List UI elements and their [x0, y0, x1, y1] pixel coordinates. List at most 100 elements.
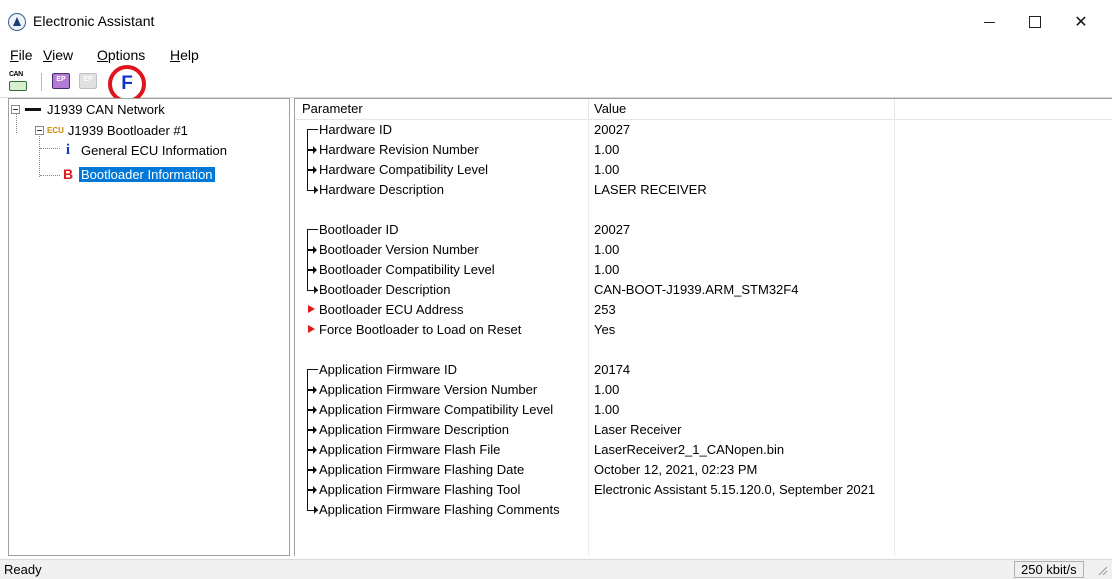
tree-node-ecu[interactable]: ECU J1939 Bootloader #1 — [35, 121, 188, 139]
editable-parameter-arrow-icon — [308, 305, 315, 313]
table-row[interactable]: Application Firmware Description Laser Re… — [295, 420, 1112, 440]
parameter-name: Bootloader ID — [319, 222, 399, 237]
can-network-icon — [9, 81, 27, 91]
table-row[interactable]: Application Firmware ID 20174 — [295, 360, 1112, 381]
table-row[interactable] — [295, 340, 1112, 360]
parameter-value: LaserReceiver2_1_CANopen.bin — [594, 442, 785, 457]
parameter-value: 1.00 — [594, 402, 620, 417]
table-row[interactable]: Hardware Revision Number 1.00 — [295, 140, 1112, 160]
parameter-name: Hardware Description — [319, 182, 444, 197]
group-bracket-icon — [307, 180, 318, 194]
table-row[interactable]: Application Firmware Version Number 1.00 — [295, 380, 1112, 400]
parameter-value: 20174 — [594, 362, 631, 377]
window-title: Electronic Assistant — [33, 13, 155, 29]
eeprom-icon: EP — [52, 73, 70, 89]
maximize-icon — [1029, 16, 1041, 28]
column-header-parameter[interactable]: Parameter — [302, 101, 363, 116]
parameter-name: Bootloader Version Number — [319, 242, 479, 257]
group-bracket-icon — [307, 160, 318, 180]
tree-label-network: J1939 CAN Network — [47, 101, 165, 117]
list-header: Parameter Value — [295, 99, 1112, 120]
ecu-tree: J1939 CAN Network ECU J1939 Bootloader #… — [8, 98, 290, 556]
table-row[interactable]: Application Firmware Flashing Date Octobe… — [295, 460, 1112, 480]
tree-label-general-info: General ECU Information — [81, 142, 227, 158]
parameter-name: Application Firmware Flashing Tool — [319, 482, 521, 497]
table-row[interactable]: Bootloader Description CAN-BOOT-J1939.ARM… — [295, 280, 1112, 300]
table-row[interactable]: Hardware Compatibility Level 1.00 — [295, 160, 1112, 180]
status-bar: Ready 250 kbit/s — [0, 559, 1112, 579]
flash-icon: F — [121, 73, 133, 94]
table-row[interactable] — [295, 200, 1112, 220]
resize-grip-icon[interactable] — [1096, 564, 1108, 576]
group-bracket-icon — [307, 440, 318, 460]
collapse-icon[interactable] — [35, 125, 44, 135]
parameter-name: Application Firmware Flashing Comments — [319, 502, 560, 517]
tree-node-general-info[interactable]: i General ECU Information — [63, 141, 227, 159]
table-row[interactable]: Hardware ID 20027 — [295, 120, 1112, 141]
table-row[interactable]: Bootloader ECU Address 253 — [295, 300, 1112, 320]
parameter-value: LASER RECEIVER — [594, 182, 707, 197]
parameter-value: 1.00 — [594, 142, 620, 157]
table-row[interactable]: Bootloader Version Number 1.00 — [295, 240, 1112, 260]
table-row[interactable]: Application Firmware Flashing Comments — [295, 500, 1112, 520]
close-icon: ✕ — [1074, 14, 1088, 31]
minimize-button[interactable] — [966, 6, 1012, 38]
can-icon-label: CAN — [9, 71, 23, 78]
group-bracket-icon — [307, 500, 318, 514]
parameter-name: Bootloader ECU Address — [319, 302, 464, 317]
parameter-name: Application Firmware Compatibility Level — [319, 402, 554, 417]
parameter-name: Hardware Revision Number — [319, 142, 479, 157]
parameter-name: Hardware Compatibility Level — [319, 162, 489, 177]
column-header-value[interactable]: Value — [594, 101, 626, 116]
close-button[interactable]: ✕ — [1058, 6, 1104, 38]
group-bracket-icon — [307, 380, 318, 400]
parameter-value: 20027 — [594, 222, 631, 237]
table-row[interactable]: Hardware Description LASER RECEIVER — [295, 180, 1112, 200]
tree-label-ecu: J1939 Bootloader #1 — [67, 122, 188, 138]
menu-file[interactable]: File — [10, 47, 33, 63]
table-row[interactable]: Bootloader ID 20027 — [295, 220, 1112, 241]
toolbar: CAN EP EP F — [0, 65, 1112, 103]
parameter-value: 1.00 — [594, 382, 620, 397]
tree-node-bootloader-info[interactable]: B Bootloader Information — [63, 165, 215, 183]
toolbar-separator — [41, 73, 42, 91]
eeprom-disabled-icon: EP — [79, 73, 97, 89]
parameter-value: 20027 — [594, 122, 631, 137]
tree-node-network[interactable]: J1939 CAN Network — [11, 100, 165, 118]
title-bar: Electronic Assistant ✕ — [0, 0, 1112, 44]
column-divider[interactable] — [894, 99, 895, 119]
parameter-name: Bootloader Compatibility Level — [319, 262, 495, 277]
parameter-name: Application Firmware Description — [319, 422, 510, 437]
table-row[interactable]: Bootloader Compatibility Level 1.00 — [295, 260, 1112, 280]
tree-guide — [40, 148, 60, 149]
can-network-button[interactable]: CAN — [8, 71, 30, 93]
bitrate-indicator: 250 kbit/s — [1014, 561, 1084, 578]
parameter-name: Application Firmware Flash File — [319, 442, 501, 457]
menu-help[interactable]: Help — [170, 47, 199, 63]
table-row[interactable]: Application Firmware Flash File LaserRece… — [295, 440, 1112, 460]
parameter-value: October 12, 2021, 02:23 PM — [594, 462, 758, 477]
network-line-icon — [25, 107, 41, 111]
parameter-value: Laser Receiver — [594, 422, 682, 437]
menu-options[interactable]: Options — [97, 47, 145, 63]
parameter-name: Application Firmware Version Number — [319, 382, 538, 397]
app-logo-icon — [8, 13, 26, 31]
collapse-icon[interactable] — [11, 104, 20, 114]
menu-view[interactable]: View — [43, 47, 73, 63]
parameter-name: Force Bootloader to Load on Reset — [319, 322, 522, 337]
tree-label-bootloader-info: Bootloader Information — [79, 166, 215, 182]
group-bracket-icon — [307, 460, 318, 480]
tree-guide — [40, 175, 60, 176]
maximize-button[interactable] — [1012, 6, 1058, 38]
parameter-list: Parameter Value Hardware ID 20027 Hardware… — [294, 98, 1112, 556]
info-icon: i — [65, 141, 71, 158]
parameter-value: 1.00 — [594, 242, 620, 257]
table-row[interactable]: Force Bootloader to Load on Reset Yes — [295, 320, 1112, 340]
group-bracket-icon — [307, 260, 318, 280]
group-bracket-icon — [307, 400, 318, 420]
column-divider[interactable] — [588, 99, 589, 119]
eeprom-button[interactable]: EP — [51, 71, 73, 93]
table-row[interactable]: Application Firmware Flashing Tool Electr… — [295, 480, 1112, 500]
eeprom-disabled-button[interactable]: EP — [78, 71, 100, 93]
table-row[interactable]: Application Firmware Compatibility Level… — [295, 400, 1112, 420]
